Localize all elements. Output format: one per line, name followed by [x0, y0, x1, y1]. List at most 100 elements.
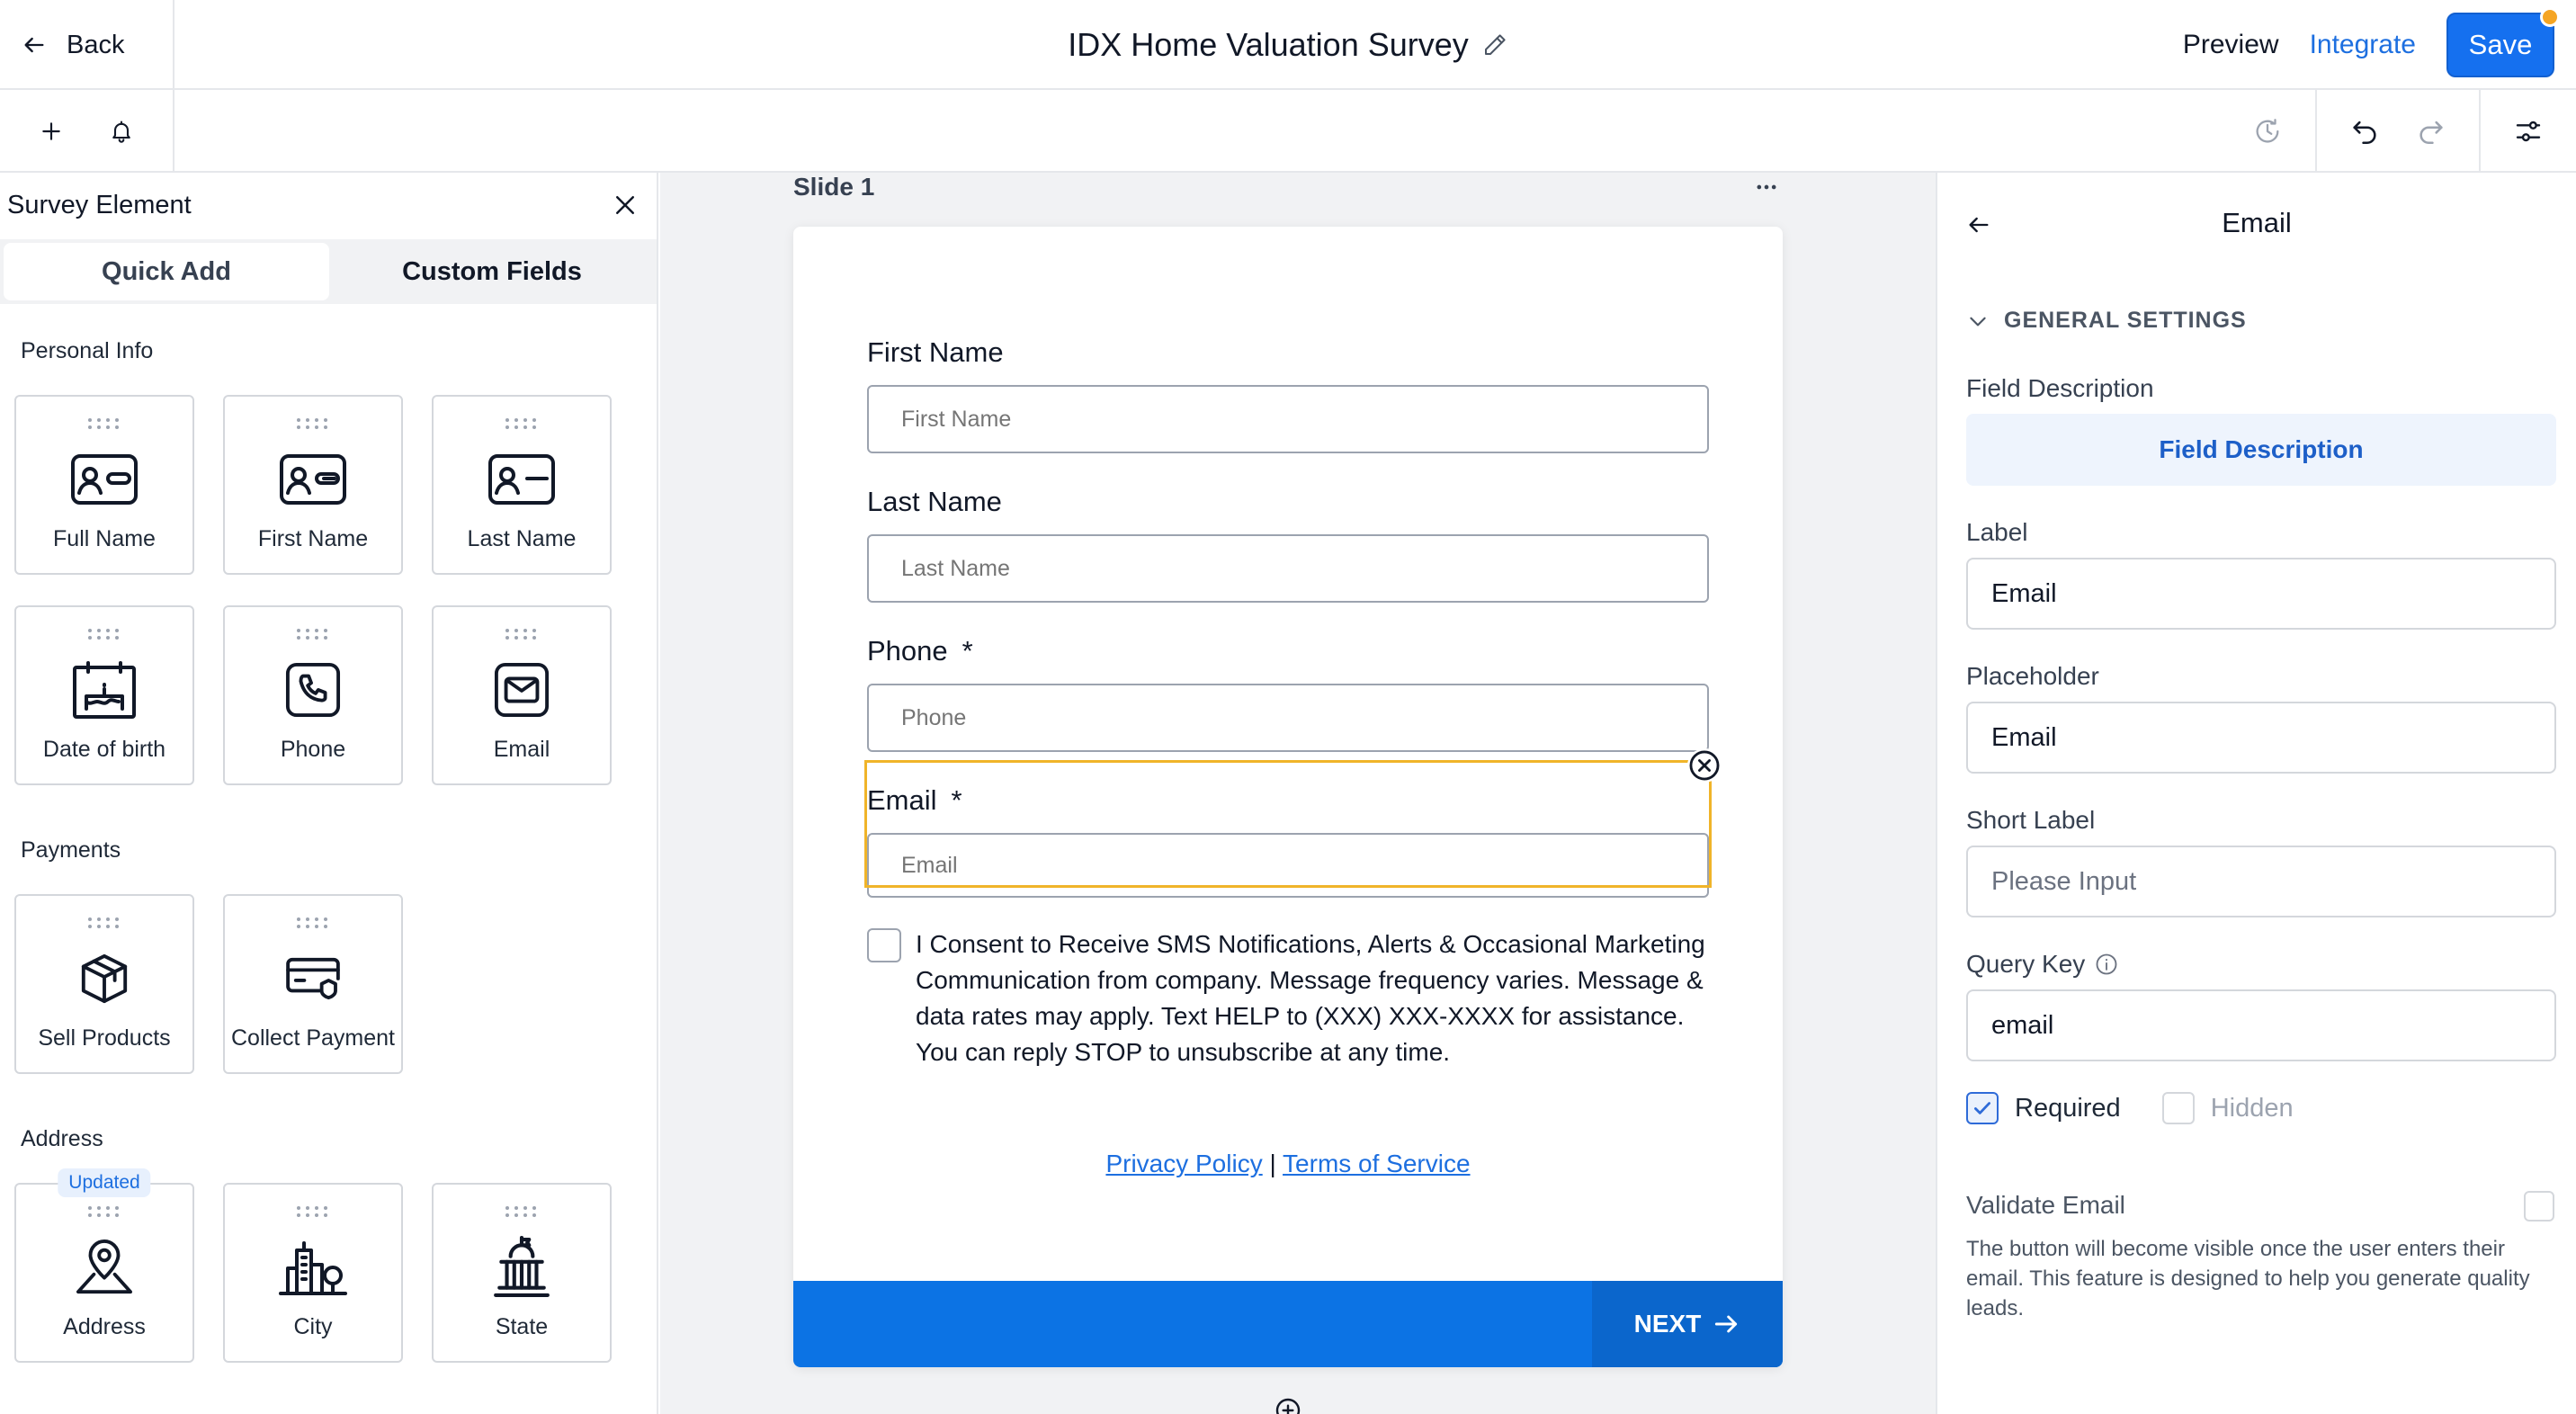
- first-name-input[interactable]: [867, 385, 1709, 453]
- required-checkbox[interactable]: [1966, 1092, 1999, 1124]
- field-label-text: Email: [867, 784, 937, 816]
- panel-tabs: Quick Add Custom Fields: [0, 239, 657, 304]
- short-label-label: Short Label: [1966, 806, 2096, 834]
- element-tile-collect-payment[interactable]: Collect Payment: [223, 894, 403, 1074]
- terms-of-service-link[interactable]: Terms of Service: [1283, 1150, 1471, 1177]
- tile-label: Email: [493, 737, 550, 762]
- card-icon: [273, 944, 353, 1013]
- tab-custom-fields[interactable]: Custom Fields: [329, 243, 655, 300]
- last-name-input[interactable]: [867, 534, 1709, 603]
- secondary-toolbar: [0, 90, 2576, 173]
- element-tile-full-name[interactable]: Full Name: [14, 395, 194, 575]
- form-field-first-name[interactable]: First Name: [867, 335, 1709, 453]
- drag-grip-icon: [88, 1206, 119, 1217]
- arrow-left-icon: [22, 32, 47, 58]
- drag-grip-icon: [88, 917, 119, 928]
- validate-email-checkbox[interactable]: [2524, 1191, 2554, 1222]
- form-field-email[interactable]: Email *: [864, 748, 1722, 898]
- settings-segment: [2479, 90, 2576, 173]
- tile-label: Date of birth: [42, 737, 166, 762]
- bell-icon[interactable]: [106, 116, 137, 147]
- tile-row: Sell Products Collect Payment: [0, 894, 657, 1074]
- slide-label: Slide 1: [793, 173, 875, 201]
- field-settings-panel: Email GENERAL SETTINGS Field Description…: [1936, 173, 2576, 1414]
- privacy-policy-link[interactable]: Privacy Policy: [1105, 1150, 1262, 1177]
- label-label: Label: [1966, 518, 2028, 546]
- element-tile-sell-products[interactable]: Sell Products: [14, 894, 194, 1074]
- element-tile-date-of-birth[interactable]: Date of birth: [14, 605, 194, 785]
- short-label-input[interactable]: [1966, 846, 2556, 917]
- drag-grip-icon: [297, 917, 327, 928]
- save-button[interactable]: Save: [2446, 7, 2560, 77]
- box-icon: [64, 944, 145, 1013]
- tile-label: Last Name: [467, 526, 577, 551]
- edit-title-pencil-icon[interactable]: [1481, 31, 1508, 58]
- back-button[interactable]: Back: [0, 0, 174, 90]
- arrow-right-icon: [1712, 1310, 1740, 1338]
- field-label: Phone *: [867, 633, 1709, 669]
- consent-checkbox[interactable]: [867, 928, 901, 962]
- consent-text: I Consent to Receive SMS Notifications, …: [916, 930, 1705, 1066]
- drag-grip-icon: [297, 418, 327, 429]
- required-asterisk: *: [962, 635, 973, 667]
- panel-title: Survey Element: [7, 190, 192, 219]
- hidden-checkbox[interactable]: [2161, 1092, 2195, 1124]
- tab-quick-add[interactable]: Quick Add: [4, 243, 329, 300]
- add-slide-plus-icon[interactable]: [1274, 1396, 1302, 1414]
- query-key-input[interactable]: [1966, 989, 2556, 1061]
- placeholder-label: Placeholder: [1966, 662, 2099, 690]
- footer-bar: NEXT: [793, 1281, 1783, 1367]
- phone-input[interactable]: [867, 684, 1709, 752]
- general-settings-toggle[interactable]: GENERAL SETTINGS: [1966, 308, 2247, 334]
- required-label: Required: [2015, 1093, 2121, 1123]
- undo-icon[interactable]: [2349, 116, 2380, 147]
- element-tile-email[interactable]: Email: [432, 605, 612, 785]
- form-field-last-name[interactable]: Last Name: [867, 484, 1709, 603]
- close-icon[interactable]: [612, 192, 639, 219]
- label-input[interactable]: [1966, 558, 2556, 630]
- visibility-options: Required Hidden: [1966, 1092, 2294, 1124]
- field-label-text: Phone: [867, 635, 948, 667]
- undo-redo-segment: [2315, 90, 2479, 173]
- field-label-text: First Name: [867, 336, 1004, 368]
- element-tile-first-name[interactable]: First Name: [223, 395, 403, 575]
- next-button[interactable]: NEXT: [1592, 1281, 1783, 1367]
- validate-email-description: The button will become visible once the …: [1966, 1237, 2530, 1320]
- tile-label: Collect Payment: [230, 1025, 396, 1051]
- form-field-phone[interactable]: Phone *: [867, 633, 1709, 752]
- drag-grip-icon: [88, 418, 119, 429]
- tab-label: Quick Add: [102, 256, 231, 286]
- element-tile-phone[interactable]: Phone: [223, 605, 403, 785]
- section-title-personal-info: Personal Info: [21, 338, 154, 363]
- placeholder-input[interactable]: [1966, 702, 2556, 774]
- preview-button[interactable]: Preview: [2183, 30, 2279, 60]
- info-icon[interactable]: [2094, 952, 2119, 977]
- plus-icon[interactable]: [36, 116, 67, 147]
- id-card-icon: [64, 445, 145, 514]
- more-options-icon[interactable]: [1754, 175, 1779, 200]
- field-description-button[interactable]: Field Description: [1966, 414, 2556, 486]
- element-tile-state[interactable]: State: [432, 1183, 612, 1363]
- element-tile-city[interactable]: City: [223, 1183, 403, 1363]
- remove-field-close-icon[interactable]: [1687, 748, 1722, 783]
- history-segment: [2220, 90, 2315, 173]
- sliders-icon[interactable]: [2513, 116, 2544, 147]
- tile-label: State: [495, 1314, 549, 1339]
- updated-badge: Updated: [58, 1168, 151, 1197]
- section-title-payments: Payments: [21, 837, 121, 863]
- query-key-label-text: Query Key: [1966, 950, 2086, 978]
- drag-grip-icon: [505, 418, 536, 429]
- email-input[interactable]: [867, 833, 1709, 898]
- integrate-button[interactable]: Integrate: [2310, 30, 2416, 60]
- city-icon: [273, 1233, 353, 1302]
- survey-element-panel: Survey Element Quick Add Custom Fields P…: [0, 173, 658, 1414]
- drag-grip-icon: [505, 629, 536, 640]
- drag-grip-icon: [88, 629, 119, 640]
- legal-separator: |: [1269, 1150, 1276, 1177]
- id-card-icon: [273, 445, 353, 514]
- history-clock-icon[interactable]: [2252, 116, 2283, 147]
- redo-icon[interactable]: [2416, 116, 2446, 147]
- section-title-address: Address: [21, 1126, 103, 1151]
- element-tile-address[interactable]: Updated Address: [14, 1168, 194, 1363]
- element-tile-last-name[interactable]: Last Name: [432, 395, 612, 575]
